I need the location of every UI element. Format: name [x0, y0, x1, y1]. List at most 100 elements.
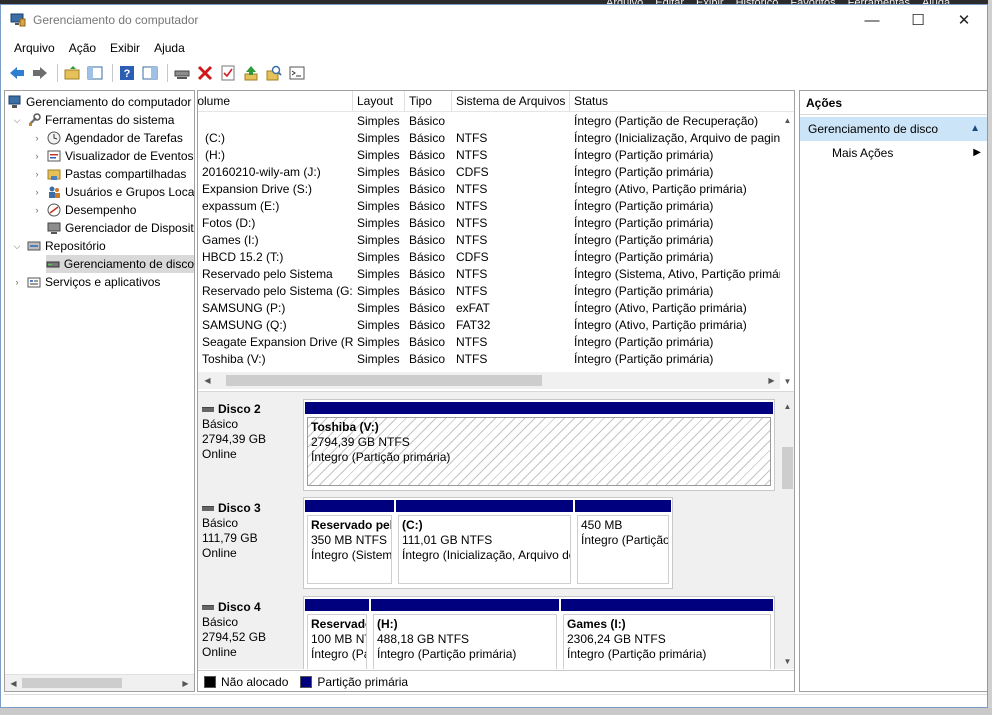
- menu-arquivo[interactable]: Arquivo: [7, 39, 62, 59]
- table-row[interactable]: 20160210-wily-am (J:) Simples Básico CDF…: [198, 164, 780, 181]
- column-header-type[interactable]: Tipo: [405, 91, 452, 111]
- partition-h[interactable]: (H:) 488,18 GB NTFS Íntegro (Partição pr…: [371, 599, 559, 669]
- navigation-tree[interactable]: Gerenciamento do computador (Local) ⌵ Fe…: [4, 90, 195, 692]
- table-row[interactable]: (H:) Simples Básico NTFS Íntegro (Partiç…: [198, 147, 780, 164]
- services-icon: [26, 274, 42, 290]
- cell-volume: [198, 113, 353, 130]
- partition-reservado-sistema[interactable]: Reservado pelo Sistema 350 MB NTFS Ínteg…: [305, 500, 394, 586]
- partition-games-i[interactable]: Games (I:) 2306,24 GB NTFS Íntegro (Part…: [561, 599, 773, 669]
- partition-toshiba-v[interactable]: Toshiba (V:) 2794,39 GB NTFS Íntegro (Pa…: [305, 402, 773, 488]
- scroll-right-icon[interactable]: ▶: [178, 676, 193, 691]
- table-row[interactable]: Seagate Expansion Drive (R:) Simples Bás…: [198, 334, 780, 351]
- up-folder-icon: [64, 66, 80, 80]
- tree-item-task-scheduler[interactable]: › Agendador de Tarefas: [31, 129, 183, 147]
- column-header-filesystem[interactable]: Sistema de Arquivos: [452, 91, 570, 111]
- tree-item-system-tools[interactable]: ⌵ Ferramentas do sistema: [11, 111, 175, 129]
- back-icon: [10, 67, 24, 79]
- chevron-down-icon[interactable]: ⌵: [11, 241, 23, 252]
- table-row[interactable]: (C:) Simples Básico NTFS Íntegro (Inicia…: [198, 130, 780, 147]
- pane-splitter[interactable]: [198, 391, 794, 399]
- title-bar[interactable]: Gerenciamento do computador — ☐ ✕: [1, 5, 987, 35]
- volume-table-horizontal-scrollbar[interactable]: ◀ ▶: [198, 372, 780, 389]
- chevron-down-icon[interactable]: ⌵: [11, 115, 23, 126]
- partition-reservado-sistema-g[interactable]: Reservado pelo Sistema (G:) 100 MB NTFS …: [305, 599, 369, 669]
- table-row[interactable]: Reservado pelo Sistema Simples Básico NT…: [198, 266, 780, 283]
- table-row[interactable]: SAMSUNG (P:) Simples Básico exFAT Íntegr…: [198, 300, 780, 317]
- toolbar-separator: [57, 64, 58, 82]
- maximize-button[interactable]: ☐: [895, 5, 941, 35]
- forward-button[interactable]: [30, 63, 50, 83]
- volume-table-vertical-scrollbar[interactable]: ▲ ▼: [780, 113, 794, 389]
- table-row[interactable]: Games (I:) Simples Básico NTFS Íntegro (…: [198, 232, 780, 249]
- actions-section-disk-management[interactable]: Gerenciamento de disco ▲: [800, 117, 987, 141]
- collapse-icon[interactable]: ▲: [970, 117, 980, 141]
- properties-pane-button[interactable]: [140, 63, 160, 83]
- delete-button[interactable]: [195, 63, 215, 83]
- back-button[interactable]: [7, 63, 27, 83]
- scroll-up-icon[interactable]: ▲: [780, 113, 794, 128]
- tree-item-users-groups[interactable]: › Usuários e Grupos Locais: [31, 183, 195, 201]
- table-row[interactable]: HBCD 15.2 (T:) Simples Básico CDFS Ínteg…: [198, 249, 780, 266]
- show-hide-tree-button[interactable]: [85, 63, 105, 83]
- up-level-button[interactable]: [241, 63, 261, 83]
- properties-button[interactable]: [218, 63, 238, 83]
- disk-map-vertical-scrollbar[interactable]: ▲ ▼: [780, 399, 794, 669]
- tree-root[interactable]: Gerenciamento do computador (Local): [7, 93, 194, 111]
- disk-label-disco-4[interactable]: Disco 4 Básico 2794,52 GB Online: [202, 600, 302, 669]
- tree-item-shared-folders[interactable]: › Pastas compartilhadas: [31, 165, 187, 183]
- partition-status: Íntegro (Partição primária): [567, 647, 707, 661]
- disk-name: Disco 2: [218, 402, 261, 416]
- up-folder-button[interactable]: [62, 63, 82, 83]
- help-button[interactable]: ?: [117, 63, 137, 83]
- connect-drive-button[interactable]: [172, 63, 192, 83]
- tree-item-services[interactable]: › Serviços e aplicativos: [11, 273, 161, 291]
- tree-item-device-manager[interactable]: Gerenciador de Dispositivos: [46, 219, 194, 237]
- table-row[interactable]: SAMSUNG (Q:) Simples Básico FAT32 Íntegr…: [198, 317, 780, 334]
- tree-item-event-viewer[interactable]: › Visualizador de Eventos: [31, 147, 194, 165]
- scroll-left-icon[interactable]: ◀: [200, 373, 215, 388]
- scroll-down-icon[interactable]: ▼: [780, 374, 794, 389]
- scroll-down-icon[interactable]: ▼: [780, 654, 794, 669]
- cell-status: Íntegro (Sistema, Ativo, Partição primár…: [574, 267, 780, 281]
- table-row[interactable]: Expansion Drive (S:) Simples Básico NTFS…: [198, 181, 780, 198]
- scroll-left-icon[interactable]: ◀: [6, 676, 21, 691]
- column-header-layout[interactable]: Layout: [353, 91, 405, 111]
- column-header-status[interactable]: Status: [570, 91, 792, 111]
- scroll-right-icon[interactable]: ▶: [764, 373, 779, 388]
- disk-label-disco-3[interactable]: Disco 3 Básico 111,79 GB Online: [202, 501, 302, 593]
- more-actions-item[interactable]: Mais Ações: [832, 144, 893, 162]
- tree-horizontal-scrollbar[interactable]: ◀ ▶: [5, 674, 194, 691]
- cell-type: Básico: [409, 165, 446, 179]
- chevron-right-icon[interactable]: ›: [31, 133, 43, 143]
- scrollbar-thumb[interactable]: [22, 678, 122, 688]
- chevron-right-icon[interactable]: ›: [11, 277, 23, 287]
- partition-c[interactable]: (C:) 111,01 GB NTFS Íntegro (Inicializaç…: [396, 500, 573, 586]
- table-row[interactable]: Fotos (D:) Simples Básico NTFS Íntegro (…: [198, 215, 780, 232]
- tree-item-storage[interactable]: ⌵ Repositório: [11, 237, 106, 255]
- table-row[interactable]: expassum (E:) Simples Básico NTFS Íntegr…: [198, 198, 780, 215]
- close-button[interactable]: ✕: [941, 5, 987, 35]
- menu-acao[interactable]: Ação: [62, 39, 103, 59]
- tree-item-performance[interactable]: › Desempenho: [31, 201, 137, 219]
- scroll-up-icon[interactable]: ▲: [780, 399, 794, 414]
- chevron-right-icon[interactable]: ›: [31, 151, 43, 161]
- column-header-volume[interactable]: Volume: [198, 91, 353, 111]
- menu-exibir[interactable]: Exibir: [103, 39, 147, 59]
- minimize-button[interactable]: —: [849, 5, 895, 35]
- console-button[interactable]: [287, 63, 307, 83]
- chevron-right-icon[interactable]: ›: [31, 205, 43, 215]
- table-row[interactable]: Reservado pelo Sistema (G:) Simples Bási…: [198, 283, 780, 300]
- partition-name: Reservado pelo Sistema: [311, 518, 391, 532]
- tree-item-disk-management[interactable]: Gerenciamento de disco: [46, 255, 194, 273]
- scrollbar-thumb[interactable]: [782, 447, 793, 489]
- chevron-right-icon[interactable]: ›: [31, 169, 43, 179]
- partition-recovery[interactable]: 450 MB Íntegro (Partição de Recuperação): [575, 500, 671, 586]
- search-button[interactable]: [264, 63, 284, 83]
- table-row[interactable]: Toshiba (V:) Simples Básico NTFS Íntegro…: [198, 351, 780, 368]
- chevron-right-icon[interactable]: ▶: [973, 144, 981, 162]
- scrollbar-thumb[interactable]: [226, 375, 542, 386]
- chevron-right-icon[interactable]: ›: [31, 187, 43, 197]
- table-row[interactable]: Simples Básico Íntegro (Partição de Recu…: [198, 113, 780, 130]
- menu-ajuda[interactable]: Ajuda: [147, 39, 192, 59]
- disk-label-disco-2[interactable]: Disco 2 Básico 2794,39 GB Online: [202, 402, 302, 494]
